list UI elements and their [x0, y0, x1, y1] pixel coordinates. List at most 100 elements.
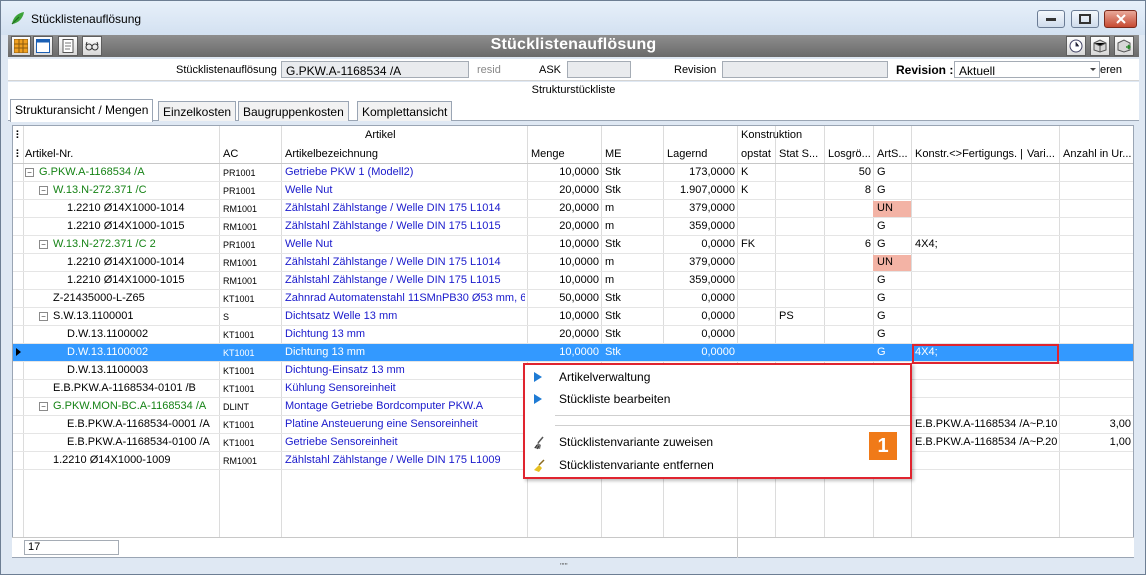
header-form: Stücklistenauflösung G.PKW.A-1168534 /A … [8, 59, 1139, 81]
cell-ac: KT1001 [223, 384, 255, 394]
cell-menge: 10,0000 [559, 256, 599, 268]
resize-grip[interactable]: ''''' [560, 562, 568, 571]
tree-collapse-icon[interactable]: − [25, 168, 34, 177]
cell-artnr: D.W.13.1100003 [67, 364, 149, 376]
tab-strukturansicht[interactable]: Strukturansicht / Mengen [10, 99, 154, 122]
cell-ac: KT1001 [223, 366, 255, 376]
column-chooser-icon-2[interactable]: ⠇ [15, 148, 23, 161]
cell-lagernd: 0,0000 [701, 238, 735, 250]
cell-ac: RM1001 [223, 204, 258, 214]
cell-ac: PR1001 [223, 240, 256, 250]
tab-einzelkosten[interactable]: Einzelkosten [158, 101, 237, 121]
cell-bez: Zählstahl Zählstange / Welle DIN 175 L10… [285, 202, 501, 214]
cell-menge: 20,0000 [559, 328, 599, 340]
menu-item-artikelverwaltung[interactable]: Artikelverwaltung [525, 367, 910, 387]
col-vari[interactable]: Vari... [1027, 148, 1055, 160]
tree-collapse-icon[interactable]: − [39, 312, 48, 321]
close-button[interactable] [1104, 10, 1137, 28]
resid-label: resid [477, 64, 501, 76]
cell-artnr: 1.2210 Ø14X1000-1014 [67, 202, 185, 214]
cell-arts: UN [877, 202, 893, 214]
cell-menge: 10,0000 [559, 238, 599, 250]
cell-artnr: W.13.N-272.371 /C [53, 184, 147, 196]
cell-menge: 10,0000 [559, 310, 599, 322]
column-chooser-icon[interactable]: ⠇ [15, 129, 23, 142]
broom-icon [533, 459, 547, 476]
cell-menge: 10,0000 [559, 274, 599, 286]
col-bez[interactable]: Artikelbezeichnung [285, 148, 378, 160]
col-konstr[interactable]: Konstr.<>Fertigungs. | [915, 148, 1023, 160]
cell-ac: DLINT [223, 402, 250, 412]
col-anzahl[interactable]: Anzahl in Ur... [1063, 148, 1131, 160]
maximize-button[interactable] [1071, 10, 1099, 28]
table-row[interactable]: 1.2210 Ø14X1000-1015 RM1001 Zählstahl Zähl… [13, 272, 1133, 290]
col-stat[interactable]: Stat S... [779, 148, 818, 160]
menu-item-variante-zuweisen[interactable]: Stücklistenvariante zuweisen [525, 432, 910, 452]
tab-komplettansicht[interactable]: Komplettansicht [357, 101, 453, 121]
cell-arts: G [877, 166, 886, 178]
cell-bez: Getriebe PKW 1 (Modell2) [285, 166, 414, 178]
table-row[interactable]: 1.2210 Ø14X1000-1014 RM1001 Zählstahl Zähl… [13, 200, 1133, 218]
tab-baugruppenkosten[interactable]: Baugruppenkosten [238, 101, 349, 121]
cell-arts: G [877, 292, 886, 304]
col-lagernd[interactable]: Lagernd [667, 148, 707, 160]
cell-bez: Dichtung-Einsatz 13 mm [285, 364, 405, 376]
cell-menge: 20,0000 [559, 220, 599, 232]
table-row[interactable]: − W.13.N-272.371 /C PR1001 Welle Nut 20,0000… [13, 182, 1133, 200]
cell-artnr: 1.2210 Ø14X1000-1009 [53, 454, 171, 466]
col-losgr[interactable]: Losgrö... [828, 148, 871, 160]
tree-collapse-icon[interactable]: − [39, 402, 48, 411]
cell-lagernd: 1.907,0000 [679, 184, 735, 196]
tab-bar: Strukturansicht / Mengen Einzelkosten Ba… [8, 99, 1139, 122]
context-menu: Artikelverwaltung Stückliste bearbeiten … [523, 363, 912, 479]
col-artnr[interactable]: Artikel-Nr. [25, 148, 73, 160]
cell-artnr: G.PKW.MON-BC.A-1168534 /A [53, 400, 207, 412]
cell-bez: Zählstahl Zählstange / Welle DIN 175 L10… [285, 454, 501, 466]
cell-bez: Zahnrad Automatenstahl 11SMnPB30 Ø53 mm,… [285, 292, 525, 304]
col-menge[interactable]: Menge [531, 148, 565, 160]
table-row[interactable]: D.W.13.1100002 KT1001 Dichtung 13 mm 20,000… [13, 326, 1133, 344]
menu-item-variante-entfernen[interactable]: Stücklistenvariante entfernen [525, 455, 910, 475]
highlight-variant-cell [912, 344, 1059, 364]
tree-collapse-icon[interactable]: − [39, 240, 48, 249]
box-export-icon-button[interactable] [1114, 36, 1134, 56]
col-me[interactable]: ME [605, 148, 622, 160]
ask-label: ASK [539, 64, 562, 76]
cell-artnr: E.B.PKW.A-1168534-0101 /B [53, 382, 196, 394]
title-bar: Stücklistenauflösung [1, 1, 1145, 35]
col-ac[interactable]: AC [223, 148, 238, 160]
stueckliste-field[interactable]: G.PKW.A-1168534 /A [281, 61, 469, 78]
cell-losgr: 50 [858, 166, 871, 178]
cell-arts: G [877, 274, 886, 286]
table-row[interactable]: Z-21435000-L-Z65 KT1001 Zahnrad Automatens… [13, 290, 1133, 308]
table-row[interactable]: − W.13.N-272.371 /C 2 PR1001 Welle Nut 10,00… [13, 236, 1133, 254]
cell-ac: KT1001 [223, 294, 255, 304]
col-arts[interactable]: ArtS... [877, 148, 908, 160]
structure-grid[interactable]: ⠇ Artikel Konstruktion ⠇ Artikel-Nr. AC … [12, 125, 1134, 558]
revision-label: Revision [674, 64, 717, 76]
revision-select[interactable]: Aktuell [954, 61, 1100, 78]
table-row[interactable]: 1.2210 Ø14X1000-1015 RM1001 Zählstahl Zähl… [13, 218, 1133, 236]
group-konstruktion: Konstruktion [741, 129, 803, 141]
cell-menge: 10,0000 [559, 166, 599, 178]
cell-artnr: E.B.PKW.A-1168534-0100 /A [67, 436, 210, 448]
table-row[interactable]: − G.PKW.A-1168534 /A PR1001 Getriebe PKW 1 … [13, 164, 1133, 182]
cell-lagernd: 359,0000 [689, 274, 735, 286]
menu-item-stueckliste-bearbeiten[interactable]: Stückliste bearbeiten [525, 389, 910, 409]
minimize-button[interactable] [1037, 10, 1065, 28]
section-title: Strukturstückliste [8, 82, 1139, 99]
cell-opstat: FK [741, 238, 756, 250]
chevron-down-icon [1090, 68, 1096, 71]
cell-bez: Zählstahl Zählstange / Welle DIN 175 L10… [285, 256, 501, 268]
ask-field[interactable] [567, 61, 631, 78]
table-row[interactable]: 1.2210 Ø14X1000-1014 RM1001 Zählstahl Zähl… [13, 254, 1133, 272]
col-opstat[interactable]: opstat [741, 148, 771, 160]
cell-lagernd: 0,0000 [701, 346, 735, 358]
revision-field[interactable] [722, 61, 888, 78]
cell-stat: PS [779, 310, 794, 322]
box-icon-button[interactable] [1090, 36, 1110, 56]
table-row[interactable]: − S.W.13.1100001 S Dichtsatz Welle 13 mm 10,… [13, 308, 1133, 326]
tree-collapse-icon[interactable]: − [39, 186, 48, 195]
cell-anzahl: 1,00 [1109, 436, 1131, 448]
clock-icon-button[interactable] [1066, 36, 1086, 56]
